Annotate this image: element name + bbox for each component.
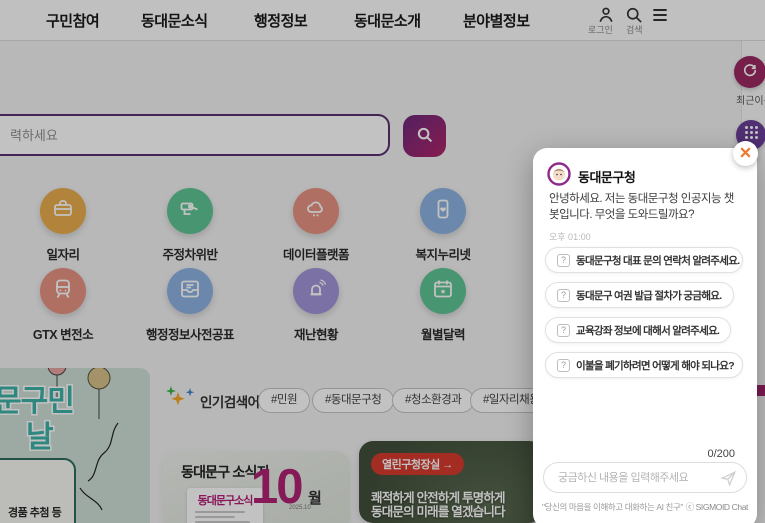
chatbot-footer-quote: "당신의 마음을 이해하고 대화하는 AI 친구" xyxy=(542,501,683,513)
question-icon: ? xyxy=(557,324,570,337)
chatbot-input[interactable] xyxy=(544,463,746,492)
chatbot-avatar xyxy=(547,162,571,191)
chatbot-quick-replies: ? 동대문구청 대표 문의 연락처 알려주세요. ? 동대문구 여권 발급 절차… xyxy=(545,247,743,387)
chatbot-input-wrap xyxy=(543,462,747,493)
quick-reply-contact[interactable]: ? 동대문구청 대표 문의 연락처 알려주세요. xyxy=(545,247,743,273)
chatbot-close-button[interactable] xyxy=(733,141,758,166)
quick-reply-passport[interactable]: ? 동대문구 여권 발급 절차가 궁금해요. xyxy=(545,282,734,308)
chatbot-timestamp: 오후 01:00 xyxy=(549,230,591,243)
chatbot-footer-brand: ⓒ SIGMOID Chat xyxy=(686,501,748,513)
question-icon: ? xyxy=(557,254,570,267)
close-icon xyxy=(740,145,751,163)
question-icon: ? xyxy=(557,289,570,302)
chatbot-panel: 동대문구청 안녕하세요. 저는 동대문구청 인공지능 챗봇입니다. 무엇을 도와… xyxy=(533,148,757,523)
chatbot-footer: "당신의 마음을 이해하고 대화하는 AI 친구" ⓒ SIGMOID Chat xyxy=(533,501,757,513)
page: 구민참여 동대문소식 행정정보 동대문소개 분야별정보 로그인 검색 xyxy=(0,0,765,523)
chatbot-header: 동대문구청 xyxy=(547,162,635,191)
chatbot-title: 동대문구청 xyxy=(578,167,635,186)
chatbot-greeting: 안녕하세요. 저는 동대문구청 인공지능 챗봇입니다. 무엇을 도와드릴까요? xyxy=(549,191,743,223)
char-counter: 0/200 xyxy=(707,448,735,460)
send-icon[interactable] xyxy=(720,470,737,487)
quick-reply-education[interactable]: ? 교육강좌 정보에 대해서 알려주세요. xyxy=(545,317,731,343)
quick-reply-disposal[interactable]: ? 이불을 폐기하려면 어떻게 해야 되나요? xyxy=(545,352,743,378)
question-icon: ? xyxy=(557,359,570,372)
